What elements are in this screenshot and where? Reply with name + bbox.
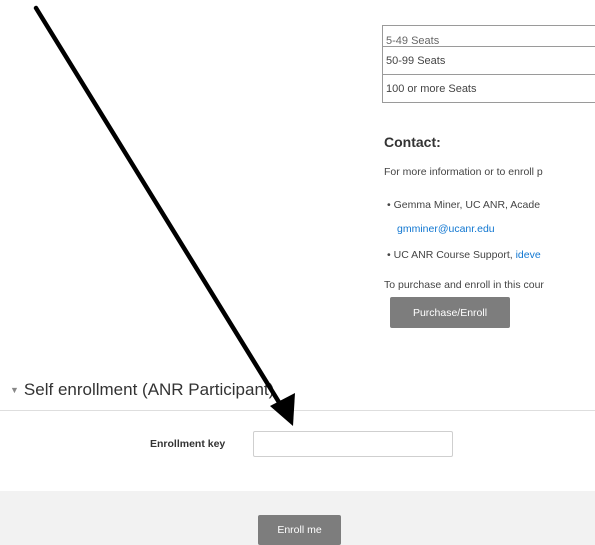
arrow-annotation-icon: [33, 5, 295, 426]
